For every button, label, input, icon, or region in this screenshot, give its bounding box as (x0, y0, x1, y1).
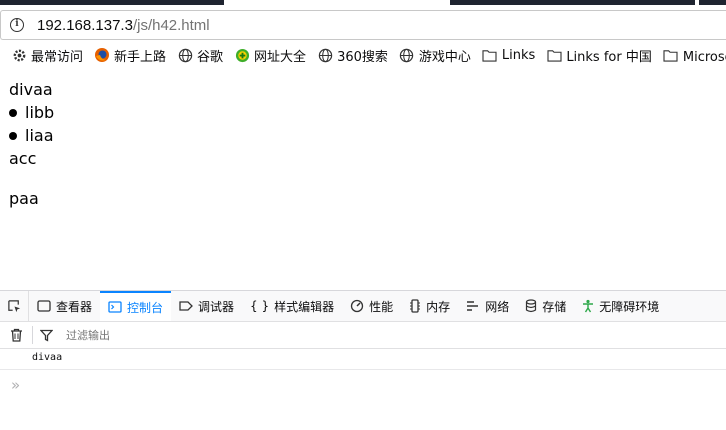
bookmark-label: Microsoft 网 (682, 49, 726, 65)
tab-label: 无障碍环境 (599, 299, 660, 314)
bookmark-label: Links for 中国 (566, 49, 652, 65)
tab-label: 调试器 (198, 299, 235, 314)
bookmark-label: 最常访问 (31, 49, 84, 65)
bookmark-label: 360搜索 (337, 49, 388, 65)
tab-storage[interactable]: 存储 (517, 291, 574, 321)
gear-icon (11, 47, 27, 63)
tab-network[interactable]: 网络 (458, 291, 517, 321)
console-filter-bar (0, 322, 726, 349)
bullet-icon (9, 108, 17, 117)
bookmark-getting-started[interactable]: 新手上路 (94, 46, 166, 65)
tab-label: 性能 (369, 299, 394, 314)
tab-label: 网络 (485, 299, 510, 314)
globe-icon (399, 47, 415, 63)
element-picker-icon (7, 299, 20, 312)
tab-label: 内存 (426, 299, 451, 314)
folder-icon (546, 47, 562, 63)
memory-icon (409, 299, 421, 313)
plus-icon (234, 47, 250, 63)
bookmark-hao-directory[interactable]: 网址大全 (234, 46, 306, 65)
tab-strip-gap (695, 0, 699, 5)
list-item: liaa (9, 124, 54, 147)
tab-performance[interactable]: 性能 (342, 291, 401, 321)
globe-icon (177, 47, 193, 63)
url-text[interactable]: 192.168.137.3/js/h42.html (37, 17, 210, 34)
firefox-icon (94, 47, 110, 63)
performance-icon (350, 299, 364, 313)
bookmark-folder-links-china[interactable]: Links for 中国 (546, 46, 652, 65)
element-picker-button[interactable] (0, 291, 29, 321)
devtools-panel: 查看器 控制台 调试器 { } 样式编辑器 性能 内存 网络 存储 无障碍环境 … (0, 290, 726, 430)
bookmark-folder-links[interactable]: Links (482, 47, 535, 63)
url-path: /js/h42.html (132, 16, 210, 34)
tab-strip (0, 0, 726, 5)
list-item-text: libb (25, 103, 55, 122)
address-bar[interactable]: i 192.168.137.3/js/h42.html (0, 10, 726, 40)
accessibility-icon (582, 299, 594, 313)
bullet-icon (9, 131, 17, 140)
bookmark-label: Links (501, 47, 536, 63)
console-message: divaa (32, 352, 63, 363)
clear-console-button[interactable] (0, 328, 32, 342)
tab-label: 控制台 (127, 300, 164, 315)
bookmark-label: 游戏中心 (418, 49, 471, 65)
filter-toggle-button[interactable] (33, 329, 59, 342)
folder-icon (663, 47, 679, 63)
after-list-text: acc (9, 149, 37, 168)
tab-inspector[interactable]: 查看器 (29, 291, 100, 321)
bookmark-label: 网址大全 (254, 49, 307, 65)
url-host: 192.168.137.3 (37, 16, 133, 34)
tab-strip-right (450, 0, 726, 5)
storage-icon (525, 299, 537, 313)
bookmark-folder-microsoft[interactable]: Microsoft 网 (663, 46, 726, 65)
trash-icon (10, 328, 22, 342)
bookmark-most-visited[interactable]: 最常访问 (11, 46, 83, 65)
devtools-toolbar: 查看器 控制台 调试器 { } 样式编辑器 性能 内存 网络 存储 无障碍环境 (0, 290, 726, 322)
console-log-row: divaa (0, 349, 726, 370)
filter-icon (39, 329, 53, 342)
tab-memory[interactable]: 内存 (401, 291, 458, 321)
list-item: libb (9, 101, 54, 124)
page-content: divaa libb liaa acc paa (9, 78, 54, 210)
tab-label: 样式编辑器 (274, 299, 335, 314)
tab-accessibility[interactable]: 无障碍环境 (574, 291, 667, 321)
list-item-text: liaa (25, 126, 54, 145)
tab-console[interactable]: 控制台 (100, 291, 172, 321)
braces-icon: { } (250, 299, 270, 313)
debugger-icon (179, 300, 193, 312)
bookmark-google[interactable]: 谷歌 (177, 46, 223, 65)
filter-output-input[interactable] (64, 327, 368, 343)
tab-style-editor[interactable]: { } 样式编辑器 (242, 291, 342, 321)
folder-icon (482, 47, 498, 63)
site-info-icon[interactable]: i (10, 18, 24, 32)
console-input-prompt[interactable]: » (11, 376, 20, 394)
tab-label: 查看器 (56, 299, 93, 314)
globe-icon (317, 47, 333, 63)
bookmark-label: 新手上路 (114, 49, 167, 65)
tab-debugger[interactable]: 调试器 (171, 291, 242, 321)
bookmark-game-center[interactable]: 游戏中心 (399, 46, 471, 65)
div-text: divaa (9, 80, 53, 99)
tab-strip-left (0, 0, 224, 5)
network-icon (466, 300, 480, 312)
bookmark-label: 谷歌 (197, 49, 224, 65)
inspector-icon (37, 300, 51, 312)
bookmark-360-search[interactable]: 360搜索 (317, 46, 388, 65)
bookmarks-toolbar: 最常访问 新手上路 谷歌 网址大全 360搜索 游戏中心 Links Links… (0, 42, 726, 68)
tab-label: 存储 (542, 299, 567, 314)
paragraph-text: paa (9, 189, 39, 208)
console-icon (108, 301, 122, 313)
